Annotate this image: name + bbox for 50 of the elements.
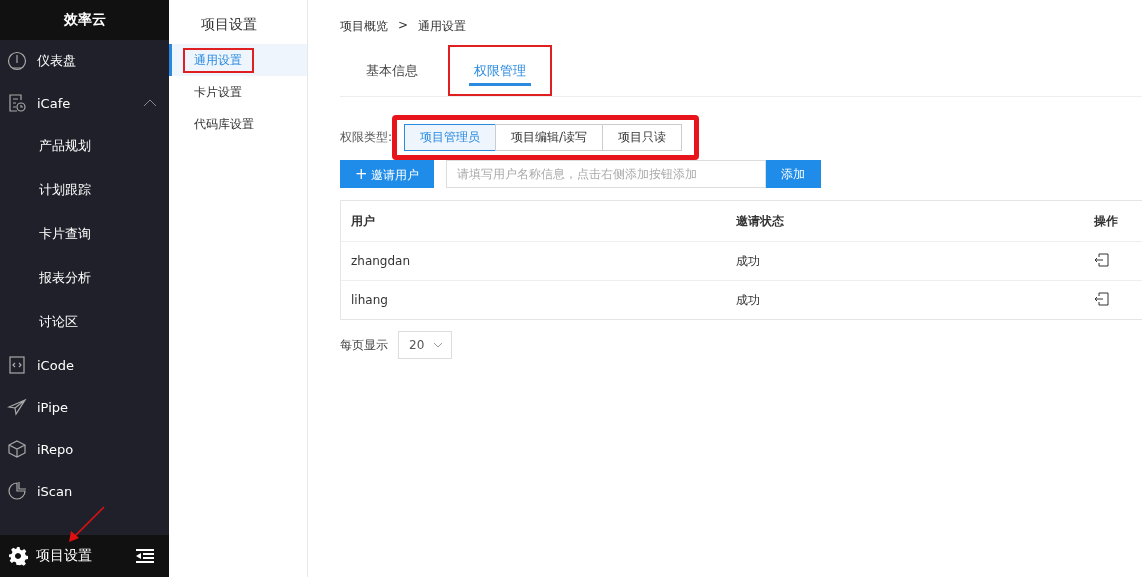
breadcrumb-separator: > xyxy=(398,18,409,34)
nav-item[interactable]: iPipe xyxy=(0,386,169,428)
permission-option[interactable]: 项目只读 xyxy=(602,124,683,151)
pie-chart-icon xyxy=(7,481,27,501)
settings-menu-item[interactable]: 通用设置 xyxy=(169,44,307,76)
collapse-menu-icon[interactable] xyxy=(135,548,155,564)
nav-item[interactable]: iCafe xyxy=(0,82,169,124)
permission-option[interactable]: 项目管理员 xyxy=(404,124,497,151)
settings-icon[interactable] xyxy=(8,546,28,566)
paper-plane-icon xyxy=(7,397,27,417)
table-cell-text: zhangdan xyxy=(350,254,412,268)
gauge-icon xyxy=(7,51,27,71)
nav-subitem[interactable]: 产品规划 xyxy=(0,124,169,168)
table-cell-text: 成功 xyxy=(735,291,761,309)
nav-subitem[interactable]: 卡片查询 xyxy=(0,212,169,256)
table-cell-text: 成功 xyxy=(735,252,761,270)
settings-title: 项目设置 xyxy=(200,16,258,34)
exit-icon[interactable] xyxy=(1094,290,1110,307)
breadcrumb-link[interactable]: 项目概览 xyxy=(340,18,388,35)
nav-item[interactable]: 仪表盘 xyxy=(0,40,169,82)
settings-menu-item[interactable]: 卡片设置 xyxy=(169,76,307,108)
brand-title: 效率云 xyxy=(0,0,169,40)
exit-icon[interactable] xyxy=(1094,251,1110,268)
nav-item[interactable]: iCode xyxy=(0,344,169,386)
nav-subitem[interactable]: 计划跟踪 xyxy=(0,168,169,212)
page-size-select[interactable]: 20 xyxy=(398,331,452,359)
invite-user-button[interactable]: + 邀请用户 xyxy=(340,160,434,188)
page-size-label: 每页显示 xyxy=(340,336,388,354)
breadcrumb-link[interactable]: 通用设置 xyxy=(418,18,467,35)
column-header: 邀请状态 xyxy=(735,212,785,230)
cube-icon xyxy=(7,439,27,459)
tab[interactable]: 权限管理 xyxy=(448,45,552,96)
chevron-up-icon xyxy=(143,99,157,107)
permission-option[interactable]: 项目编辑/读写 xyxy=(495,124,604,151)
tab[interactable]: 基本信息 xyxy=(340,45,444,96)
annotation-arrow xyxy=(66,505,108,545)
table-cell-text: lihang xyxy=(350,293,389,307)
user-name-field[interactable]: 请填写用户名称信息，点击右侧添加按钮添加 xyxy=(445,160,766,188)
nav-item[interactable]: iRepo xyxy=(0,428,169,470)
chevron-down-icon xyxy=(433,342,443,348)
add-button[interactable]: 添加 xyxy=(765,160,821,188)
nav-item[interactable]: iScan xyxy=(0,470,169,512)
nav-subitem[interactable]: 讨论区 xyxy=(0,300,169,344)
document-clock-icon xyxy=(7,93,27,113)
column-header: 操作 xyxy=(1093,212,1119,230)
nav-subitem[interactable]: 报表分析 xyxy=(0,256,169,300)
settings-menu-item[interactable]: 代码库设置 xyxy=(169,108,307,140)
column-header: 用户 xyxy=(350,212,376,230)
permission-label: 权限类型: xyxy=(340,129,393,146)
code-file-icon xyxy=(7,355,27,375)
